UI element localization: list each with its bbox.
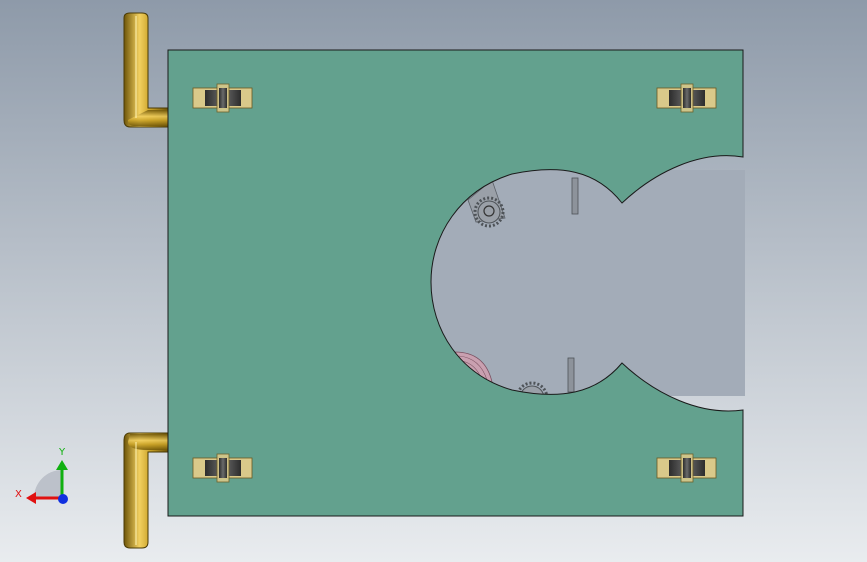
cad-viewport[interactable]: Y X [0,0,867,562]
pin-top [571,177,579,215]
pin-bottom [567,357,575,393]
wheel-bottom-right[interactable] [656,453,717,483]
x-axis-label: X [15,489,22,500]
wheel-top-left[interactable] [192,83,253,113]
cad-canvas[interactable]: Y X [0,0,867,562]
wheel-top-right[interactable] [656,83,717,113]
y-axis-label: Y [58,447,66,458]
z-axis-dot [58,494,68,504]
wheel-bottom-left[interactable] [192,453,253,483]
